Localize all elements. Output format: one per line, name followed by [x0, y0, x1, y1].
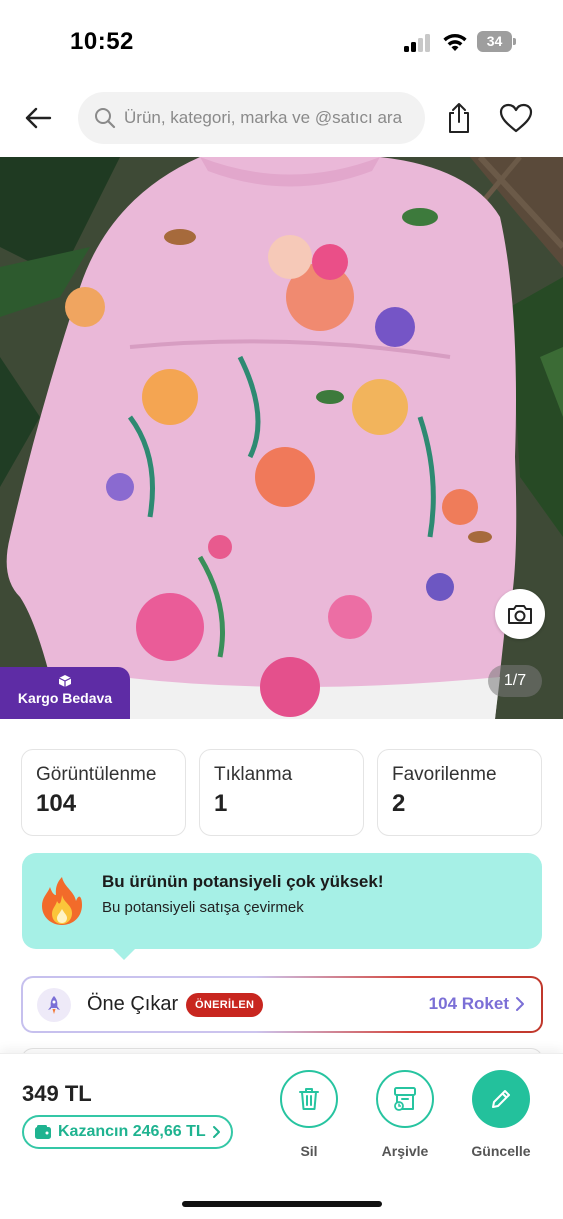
stat-value: 104 — [36, 790, 77, 817]
arrow-left-icon — [25, 107, 52, 129]
share-button[interactable] — [440, 98, 478, 138]
status-bar: 10:52 34 — [0, 0, 563, 80]
potential-title: Bu ürünün potansiyeli çok yüksek! — [102, 872, 384, 891]
stat-clicks: Tıklanma 1 — [199, 749, 364, 836]
free-shipping-badge: Kargo Bedava — [0, 667, 130, 719]
boost-row-inner: Öne Çıkar ÖNERİLEN 104 Roket — [23, 978, 541, 1031]
stat-label: Favorilenme — [392, 764, 497, 785]
earnings-label: Kazancın 246,66 TL — [58, 1123, 206, 1140]
search-placeholder: Ürün, kategori, marka ve @satıcı ara — [124, 108, 403, 127]
archive-label: Arşivle — [381, 1143, 429, 1159]
package-icon — [58, 675, 72, 687]
chevron-right-icon — [516, 997, 524, 1011]
update-label: Güncelle — [471, 1143, 531, 1159]
search-icon — [95, 108, 116, 129]
price: 349 TL — [22, 1081, 92, 1106]
bottom-action-bar: 349 TL Kazancın 246,66 TL Sil Arşivle Gü… — [0, 1053, 563, 1219]
delete-button[interactable]: Sil — [269, 1070, 349, 1159]
battery-level: 34 — [477, 31, 512, 52]
cellular-signal-icon — [404, 34, 434, 52]
status-time: 10:52 — [70, 28, 134, 55]
delete-label: Sil — [300, 1143, 318, 1159]
boost-label: Öne Çıkar — [87, 993, 179, 1015]
home-indicator — [182, 1201, 382, 1207]
stat-label: Tıklanma — [214, 764, 293, 785]
product-photo-illustration — [0, 157, 563, 719]
chevron-right-icon — [212, 1126, 220, 1138]
recommended-badge: ÖNERİLEN — [186, 993, 264, 1017]
stat-views: Görüntülenme 104 — [21, 749, 186, 836]
wallet-icon — [35, 1125, 51, 1139]
camera-icon — [508, 605, 532, 624]
back-button[interactable] — [18, 100, 58, 136]
battery-icon: 34 — [477, 31, 516, 52]
stats-row: Görüntülenme 104 Tıklanma 1 Favorilenme … — [21, 749, 542, 836]
stat-label: Görüntülenme — [36, 764, 157, 785]
top-nav: Ürün, kategori, marka ve @satıcı ara — [0, 88, 563, 148]
boost-cta-label: 104 Roket — [428, 994, 509, 1013]
archive-button-circle — [376, 1070, 434, 1128]
image-counter: 1/7 — [488, 665, 542, 697]
boost-row[interactable]: Öne Çıkar ÖNERİLEN 104 Roket — [21, 976, 543, 1033]
product-image[interactable]: Kargo Bedava 1/7 — [0, 157, 563, 719]
fire-icon — [42, 877, 82, 925]
banner-tail — [112, 948, 136, 960]
potential-banner[interactable]: Bu ürünün potansiyeli çok yüksek! Bu pot… — [22, 853, 542, 960]
favorite-button[interactable] — [496, 98, 536, 138]
potential-subtitle: Bu potansiyeli satışa çevirmek — [102, 899, 304, 916]
free-shipping-label: Kargo Bedava — [17, 690, 113, 706]
trash-icon — [299, 1088, 319, 1110]
rocket-icon — [37, 988, 71, 1022]
wifi-icon — [443, 34, 467, 51]
search-bar[interactable]: Ürün, kategori, marka ve @satıcı ara — [78, 92, 425, 144]
earnings-pill[interactable]: Kazancın 246,66 TL — [22, 1115, 233, 1149]
stat-favorites: Favorilenme 2 — [377, 749, 542, 836]
heart-icon — [499, 103, 533, 133]
camera-button[interactable] — [495, 589, 545, 639]
update-button[interactable]: Güncelle — [461, 1070, 541, 1159]
archive-icon — [394, 1087, 416, 1111]
pencil-icon — [492, 1090, 510, 1108]
boost-cta[interactable]: 104 Roket — [429, 994, 525, 1014]
archive-button[interactable]: Arşivle — [365, 1070, 445, 1159]
stat-value: 2 — [392, 790, 406, 817]
share-icon — [449, 103, 469, 133]
stat-value: 1 — [214, 790, 228, 817]
update-button-circle — [472, 1070, 530, 1128]
delete-button-circle — [280, 1070, 338, 1128]
